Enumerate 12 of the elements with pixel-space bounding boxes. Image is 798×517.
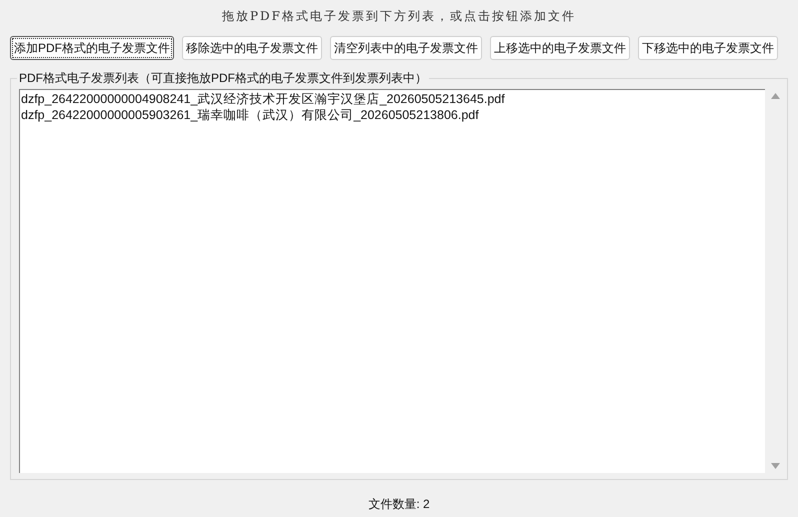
toolbar-button[interactable]: 上移选中的电子发票文件 — [490, 36, 630, 60]
toolbar-button[interactable]: 下移选中的电子发票文件 — [638, 36, 778, 60]
scroll-up-icon[interactable] — [770, 93, 780, 99]
toolbar-button[interactable]: 添加PDF格式的电子发票文件 — [10, 36, 174, 60]
toolbar-button[interactable]: 移除选中的电子发票文件 — [182, 36, 322, 60]
group-title: PDF格式电子发票列表（可直接拖放PDF格式的电子发票文件到发票列表中） — [17, 70, 429, 86]
scroll-down-icon[interactable] — [770, 463, 780, 469]
toolbar-button[interactable]: 清空列表中的电子发票文件 — [330, 36, 482, 60]
file-count-text: 文件数量: 2 — [368, 496, 430, 513]
file-list-item[interactable]: dzfp_26422000000005903261_瑞幸咖啡（武汉）有限公司_20260505213806.pdf — [21, 107, 765, 123]
file-list-item[interactable]: dzfp_26422000000004908241_武汉经济技术开发区瀚宇汉堡店_20260505213645.pdf — [21, 91, 765, 107]
instruction-text: 拖放PDF格式电子发票到下方列表，或点击按钮添加文件 — [222, 8, 576, 25]
